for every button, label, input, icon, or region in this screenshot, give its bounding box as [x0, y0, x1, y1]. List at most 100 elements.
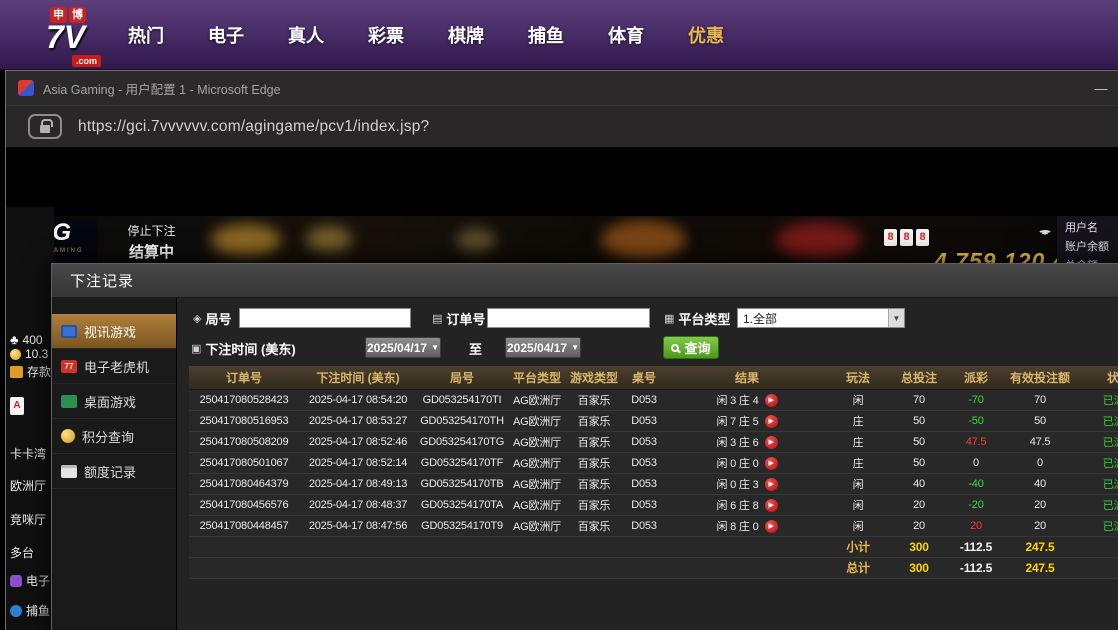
order-cell: 250417080448457 — [189, 515, 299, 536]
nav-item[interactable]: 电子 — [208, 22, 244, 48]
nav-item[interactable]: 热门 — [128, 22, 164, 48]
totals-payout: -112.5 — [949, 557, 1003, 578]
window-title: Asia Gaming - 用户配置 1 - Microsoft Edge — [43, 79, 281, 98]
result-cell: 闲 3 庄 6 — [667, 431, 827, 452]
search-button[interactable]: 查询 — [663, 336, 719, 359]
cell — [299, 536, 417, 557]
settling-text: 结算中 — [103, 241, 200, 262]
game-cell: 百家乐 — [567, 515, 621, 536]
replay-icon[interactable] — [765, 478, 778, 491]
cell — [621, 536, 667, 557]
menu-item-label: 电子老虎机 — [84, 357, 149, 376]
site-info-button[interactable] — [28, 114, 62, 139]
site-nav-bar: 申 博 7V .com 热门 电子 真人 彩票 棋牌 捕鱼 体育 优惠 — [0, 0, 1118, 70]
order-cell: 250417080464379 — [189, 473, 299, 494]
replay-icon[interactable] — [765, 457, 778, 470]
nav-item[interactable]: 捕鱼 — [528, 22, 564, 48]
result-cell: 闲 0 庄 0 — [667, 452, 827, 473]
play-cell: 闲 — [827, 473, 889, 494]
replay-icon[interactable] — [765, 436, 778, 449]
platform-cell: AG欧洲厅 — [507, 431, 567, 452]
table-no-cell: D053 — [621, 410, 667, 431]
play-cell: 庄 — [827, 431, 889, 452]
replay-icon[interactable] — [765, 394, 778, 407]
payout-cell: -50 — [949, 410, 1003, 431]
replay-icon[interactable] — [765, 520, 778, 533]
valid-bet-cell: 70 — [1003, 389, 1077, 410]
column-header: 总投注 — [889, 366, 949, 389]
menu-item-0[interactable]: 视讯游戏 — [52, 314, 176, 349]
platform-cell: AG欧洲厅 — [507, 515, 567, 536]
platform-cell: AG欧洲厅 — [507, 452, 567, 473]
nav-item[interactable]: 优惠 — [688, 22, 724, 48]
rail-item[interactable]: 卡卡湾 — [10, 445, 46, 462]
cell — [567, 536, 621, 557]
minimize-button[interactable]: — — [1086, 71, 1116, 105]
rail-item[interactable]: 竞咪厅 — [10, 511, 46, 528]
cell — [667, 557, 827, 578]
table-no-cell: D053 — [621, 494, 667, 515]
url-text[interactable]: https://gci.7vvvvvv.com/agingame/pcv1/in… — [78, 118, 429, 136]
coin-icon — [10, 349, 21, 360]
column-header: 局号 — [417, 366, 507, 389]
left-rail: ♣40010.3 存款 A 卡卡湾欧洲厅竞咪厅多台电子捕鱼 — [6, 207, 54, 630]
fish-icon — [10, 605, 22, 617]
round-cell: GD053254170TI — [417, 389, 507, 410]
modal-body: 视讯游戏77电子老虎机桌面游戏积分查询额度记录 ◈ 局号 ▤ 订单号 — [52, 298, 1118, 630]
rail-item[interactable]: ♣400 — [10, 332, 43, 347]
result-cell: 闲 3 庄 4 — [667, 389, 827, 410]
menu-item-2[interactable]: 桌面游戏 — [52, 384, 176, 419]
cell — [417, 536, 507, 557]
card-icon: 8 — [900, 229, 913, 246]
rail-item[interactable]: 10.3 — [10, 347, 48, 361]
rail-item[interactable]: 多台 — [10, 544, 34, 561]
totals-payout: -112.5 — [949, 536, 1003, 557]
order-input[interactable] — [487, 308, 650, 328]
logo-text: 7V — [46, 19, 85, 56]
column-header: 游戏类型 — [567, 366, 621, 389]
status-cell: 已派彩 — [1077, 473, 1118, 494]
menu-item-3[interactable]: 积分查询 — [52, 419, 176, 454]
menu-item-4[interactable]: 额度记录 — [52, 454, 176, 489]
round-cell: GD053254170T9 — [417, 515, 507, 536]
nav-item[interactable]: 棋牌 — [448, 22, 484, 48]
nav-item[interactable]: 体育 — [608, 22, 644, 48]
rail-item[interactable]: 捕鱼 — [10, 602, 50, 619]
time-cell: 2025-04-17 08:49:13 — [299, 473, 417, 494]
platform-select[interactable]: 1.全部 ▼ — [737, 308, 905, 328]
menu-item-1[interactable]: 77电子老虎机 — [52, 349, 176, 384]
result-cell: 闲 8 庄 0 — [667, 515, 827, 536]
table-row: 2504170804643792025-04-17 08:49:13GD0532… — [189, 473, 1118, 494]
column-header: 下注时间 (美东) — [299, 366, 417, 389]
game-cell: 百家乐 — [567, 473, 621, 494]
payout-cell: -70 — [949, 389, 1003, 410]
status-cell: 已派彩 — [1077, 410, 1118, 431]
bet-cell: 50 — [889, 431, 949, 452]
time-cell: 2025-04-17 08:47:56 — [299, 515, 417, 536]
rail-item[interactable]: 电子 — [10, 572, 50, 589]
menu-item-label: 桌面游戏 — [84, 392, 136, 411]
date-from-picker[interactable]: 2025/04/17 ▼ — [365, 337, 441, 358]
round-input[interactable] — [239, 308, 411, 328]
cell — [417, 557, 507, 578]
menu-item-label: 积分查询 — [82, 427, 134, 446]
replay-icon[interactable] — [765, 415, 778, 428]
date-to-picker[interactable]: 2025/04/17 ▼ — [505, 337, 581, 358]
lock-icon — [40, 125, 50, 133]
rail-item[interactable]: A — [10, 397, 28, 415]
rail-item-label: 捕鱼 — [26, 602, 50, 619]
rail-item[interactable]: 欧洲厅 — [10, 477, 46, 494]
order-cell: 250417080528423 — [189, 389, 299, 410]
round-cell: GD053254170TB — [417, 473, 507, 494]
site-logo[interactable]: 申 博 7V .com — [44, 4, 118, 68]
totals-bet: 300 — [889, 557, 949, 578]
game-cell: 百家乐 — [567, 452, 621, 473]
replay-icon[interactable] — [765, 499, 778, 512]
nav-item[interactable]: 真人 — [288, 22, 324, 48]
nav-item[interactable]: 彩票 — [368, 22, 404, 48]
rail-item[interactable]: 存款 — [10, 363, 51, 380]
chevron-down-icon: ▼ — [888, 309, 904, 327]
time-cell: 2025-04-17 08:48:37 — [299, 494, 417, 515]
table-row: 2504170805082092025-04-17 08:52:46GD0532… — [189, 431, 1118, 452]
modal-header: 下注记录 — [52, 264, 1118, 298]
